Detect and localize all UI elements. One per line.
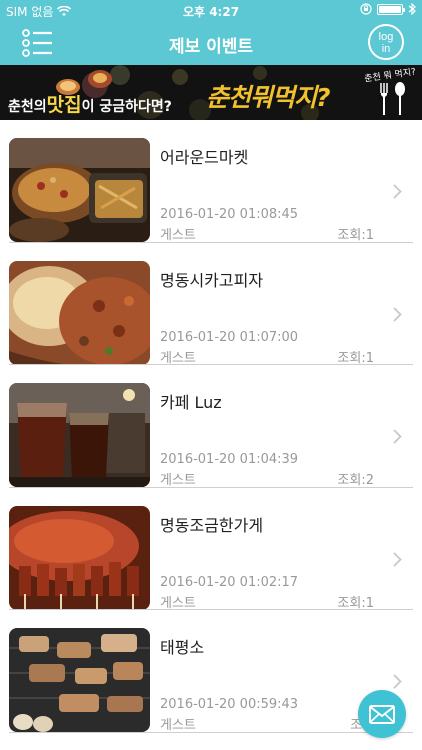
list-item[interactable]: 명동시카고피자 2016-01-20 01:07:00 게스트 조회:1 [0,243,422,366]
list-item[interactable]: 어라운드마켓 2016-01-20 01:08:45 게스트 조회:1 [0,120,422,243]
rotation-lock-icon [360,3,372,15]
item-views: 조회:1 [337,350,374,366]
battery-indicator [377,3,405,15]
item-views: 조회:1 [337,595,374,611]
item-date: 2016-01-20 01:07:00 [160,329,299,345]
item-author: 게스트 [160,473,196,488]
list-item[interactable]: 카페 Luz 2016-01-20 01:04:39 게스트 조회:2 [0,365,422,488]
item-title: 명동시카고피자 [160,270,264,290]
page-title: 제보 이벤트 [168,37,254,57]
item-thumbnail [9,383,150,487]
item-title: 어라운드마켓 [160,148,249,167]
item-author: 게스트 [160,228,196,243]
item-title: 태평소 [160,638,205,657]
mail-icon [369,704,395,724]
banner-accent: 맛집 [46,94,82,116]
banner-brand: 춘천뭐먹지? [206,83,331,112]
cutlery-icon [380,82,405,115]
banner-middle: 이 궁금하다면? [81,99,172,115]
chevron-right-icon [393,551,402,567]
bluetooth-icon [408,3,416,15]
status-bar: SIM 없음 오후 4:27 [0,0,422,20]
item-title: 카페 Luz [160,393,222,412]
chevron-right-icon [393,184,402,199]
item-title: 명동조금한가게 [160,515,264,535]
login-button[interactable]: log in [368,24,404,60]
chevron-right-icon [393,429,402,444]
login-label-bottom: in [381,43,391,55]
mail-button[interactable] [358,690,406,738]
list-item[interactable]: 명동조금한가게 2016-01-20 01:02:17 게스트 조회:1 [0,488,422,611]
item-thumbnail [9,628,150,732]
item-date: 2016-01-20 01:04:39 [160,452,299,467]
chevron-right-icon [393,306,402,322]
banner-prefix: 춘천의 [8,99,47,115]
item-author: 게스트 [160,350,196,366]
item-date: 2016-01-20 00:59:43 [160,697,299,712]
item-author: 게스트 [160,718,196,733]
item-views: 조회:2 [337,473,374,488]
item-thumbnail [9,260,150,365]
divider [9,731,413,733]
banner-tagline: 춘천의맛집이 궁금하다면? [8,90,172,117]
chevron-right-icon [393,674,402,689]
status-time: 오후 4:27 [182,5,240,19]
event-list: 어라운드마켓 2016-01-20 01:08:45 게스트 조회:1 명동시카… [0,120,422,733]
item-date: 2016-01-20 01:08:45 [160,207,299,222]
promo-banner[interactable]: 춘천의맛집이 궁금하다면? 춘천뭐먹지? 춘천 뭐 먹지? [0,65,422,120]
login-label-top: log [378,31,394,43]
navigation-bar: 제보 이벤트 log in [0,20,422,65]
item-views: 조회:1 [337,228,374,243]
item-thumbnail [9,505,150,610]
battery-fill [379,5,401,13]
item-author: 게스트 [160,595,196,611]
item-date: 2016-01-20 01:02:17 [160,574,299,590]
item-thumbnail [9,138,150,242]
